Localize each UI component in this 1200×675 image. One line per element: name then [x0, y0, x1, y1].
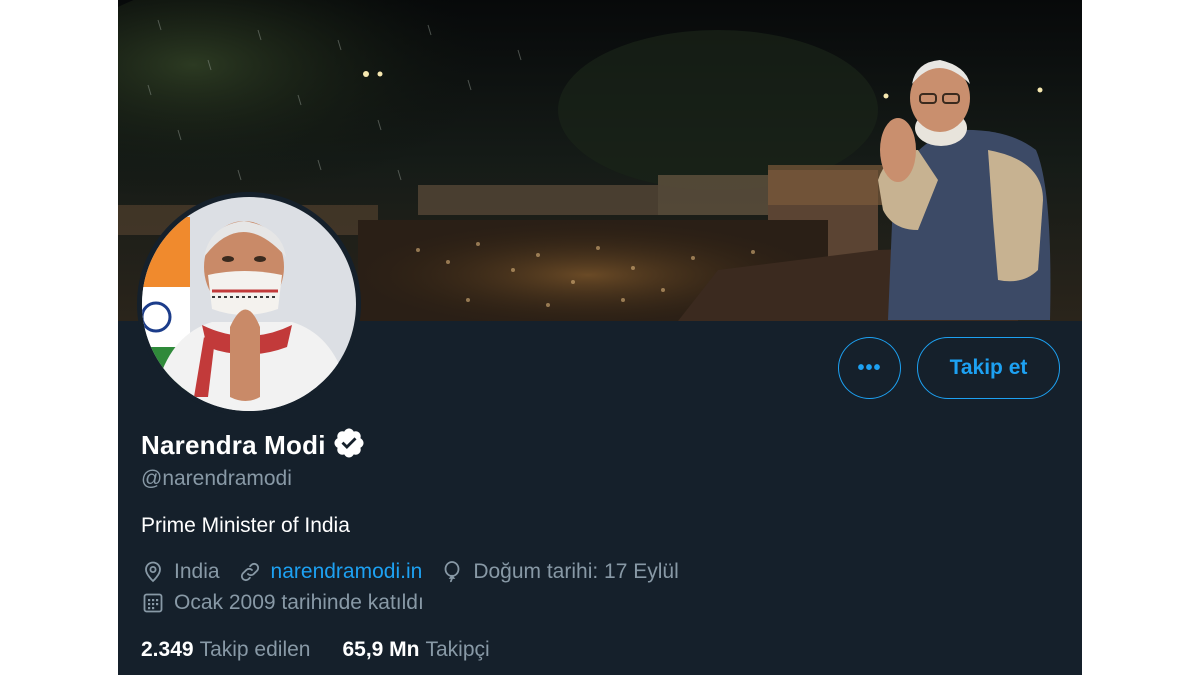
link-icon — [240, 562, 259, 582]
profile-bio: Prime Minister of India — [141, 514, 350, 537]
joined-item: Ocak 2009 tarihinde katıldı — [141, 591, 424, 615]
followers-label: Takipçi — [425, 638, 490, 661]
profile-handle: @narendramodi — [141, 467, 292, 490]
verified-badge-icon — [332, 426, 366, 465]
followers-link[interactable]: 65,9 Mn Takipçi — [342, 638, 489, 662]
location-text: India — [174, 560, 220, 583]
follow-stats: 2.349 Takip edilen 65,9 Mn Takipçi — [141, 638, 522, 662]
birthday-text: Doğum tarihi: 17 Eylül — [473, 560, 679, 583]
following-label: Takip edilen — [199, 638, 311, 661]
followers-count: 65,9 Mn — [342, 638, 420, 661]
birthday-item: Doğum tarihi: 17 Eylül — [440, 560, 679, 584]
location-pin-icon — [145, 561, 161, 583]
follow-button-label: Takip et — [949, 356, 1028, 379]
more-options-button[interactable]: ••• — [838, 337, 901, 399]
profile-meta-row-joined: Ocak 2009 tarihinde katıldı — [141, 591, 442, 615]
website-item: narendramodi.in — [238, 560, 423, 584]
more-icon: ••• — [857, 356, 882, 379]
profile-avatar[interactable] — [137, 192, 361, 416]
website-link[interactable]: narendramodi.in — [271, 560, 423, 584]
location-item: India — [141, 560, 220, 584]
profile-page: ••• Takip et Narendra Modi @narendramodi… — [118, 0, 1082, 675]
profile-meta-row: India narendramodi.in Doğum tarihi: 17 E… — [141, 560, 697, 584]
avatar-photo — [142, 197, 356, 411]
joined-text: Ocak 2009 tarihinde katıldı — [174, 591, 424, 614]
calendar-icon — [143, 593, 163, 613]
follow-button[interactable]: Takip et — [917, 337, 1060, 399]
balloon-icon — [444, 561, 460, 583]
profile-name-row: Narendra Modi — [141, 426, 366, 465]
following-link[interactable]: 2.349 Takip edilen — [141, 638, 310, 662]
display-name: Narendra Modi — [141, 430, 326, 460]
following-count: 2.349 — [141, 638, 194, 661]
